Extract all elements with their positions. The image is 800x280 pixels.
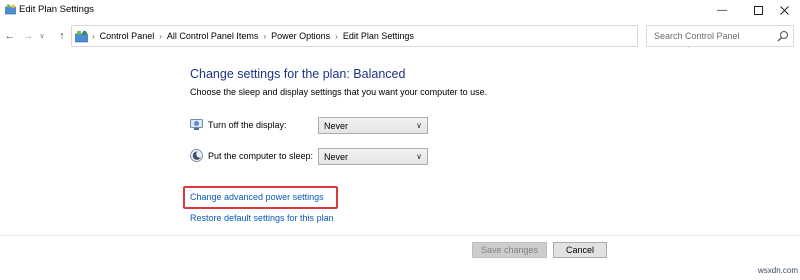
chevron-right-icon: › xyxy=(92,31,95,41)
breadcrumb-control-panel[interactable]: Control Panel xyxy=(100,31,155,41)
chevron-down-icon: ∨ xyxy=(39,33,45,40)
back-button[interactable]: ← xyxy=(3,28,17,44)
window-title: Edit Plan Settings xyxy=(19,4,94,15)
cancel-button[interactable]: Cancel xyxy=(553,242,607,258)
close-icon xyxy=(779,5,789,15)
chevron-right-icon: › xyxy=(335,31,338,41)
arrow-up-icon: ↑ xyxy=(59,30,65,42)
sleep-timeout-value: Never xyxy=(324,152,349,162)
minimize-icon: — xyxy=(717,4,727,16)
chevron-right-icon: › xyxy=(263,31,267,41)
chevron-down-icon: ∨ xyxy=(416,152,422,161)
footer-divider xyxy=(0,235,800,236)
sleep-moon-icon xyxy=(190,149,203,162)
sleep-setting-label: Put the computer to sleep: xyxy=(208,151,314,161)
close-button[interactable] xyxy=(768,0,800,20)
display-setting-label: Turn off the display: xyxy=(208,120,287,130)
display-setting-row: Turn off the display: Never ∨ xyxy=(190,117,430,134)
page-heading: Change settings for the plan: Balanced xyxy=(190,67,406,81)
breadcrumb-all-items[interactable]: All Control Panel Items xyxy=(167,31,259,41)
display-timeout-value: Never xyxy=(324,121,349,131)
arrow-left-icon: ← xyxy=(4,30,16,42)
title-bar: Edit Plan Settings — xyxy=(0,0,800,20)
control-panel-icon xyxy=(75,30,88,43)
search-placeholder: Search Control Panel xyxy=(654,31,740,41)
maximize-icon xyxy=(753,5,763,15)
search-box[interactable]: Search Control Panel xyxy=(646,25,794,47)
watermark: wsxdn.com xyxy=(758,266,799,275)
breadcrumb-edit-plan-settings[interactable]: Edit Plan Settings xyxy=(343,31,414,41)
up-button[interactable]: ↑ xyxy=(55,28,69,44)
arrow-right-icon: → xyxy=(22,30,34,42)
control-panel-icon xyxy=(5,4,16,15)
navigation-bar: ← → ∨ ↑ › Control Panel › All Control Pa… xyxy=(0,25,800,48)
minimize-button[interactable]: — xyxy=(704,0,740,20)
page-description: Choose the sleep and display settings th… xyxy=(190,87,488,97)
display-icon xyxy=(190,119,203,130)
restore-defaults-link[interactable]: Restore default settings for this plan xyxy=(190,213,334,223)
change-advanced-settings-link[interactable]: Change advanced power settings xyxy=(190,192,324,202)
sleep-timeout-select[interactable]: Never ∨ xyxy=(318,148,428,165)
display-timeout-select[interactable]: Never ∨ xyxy=(318,117,428,134)
save-changes-button[interactable]: Save changes xyxy=(472,242,547,258)
forward-button[interactable]: → xyxy=(21,28,35,44)
search-icon xyxy=(777,30,789,42)
breadcrumb: › Control Panel › All Control Panel Item… xyxy=(92,31,414,41)
chevron-down-icon: ∨ xyxy=(416,121,422,130)
recent-locations-button[interactable]: ∨ xyxy=(37,28,47,44)
breadcrumb-power-options[interactable]: Power Options xyxy=(271,31,330,41)
sleep-setting-row: Put the computer to sleep: Never ∨ xyxy=(190,148,430,165)
address-bar[interactable]: › Control Panel › All Control Panel Item… xyxy=(71,25,704,48)
chevron-right-icon: › xyxy=(159,31,162,41)
